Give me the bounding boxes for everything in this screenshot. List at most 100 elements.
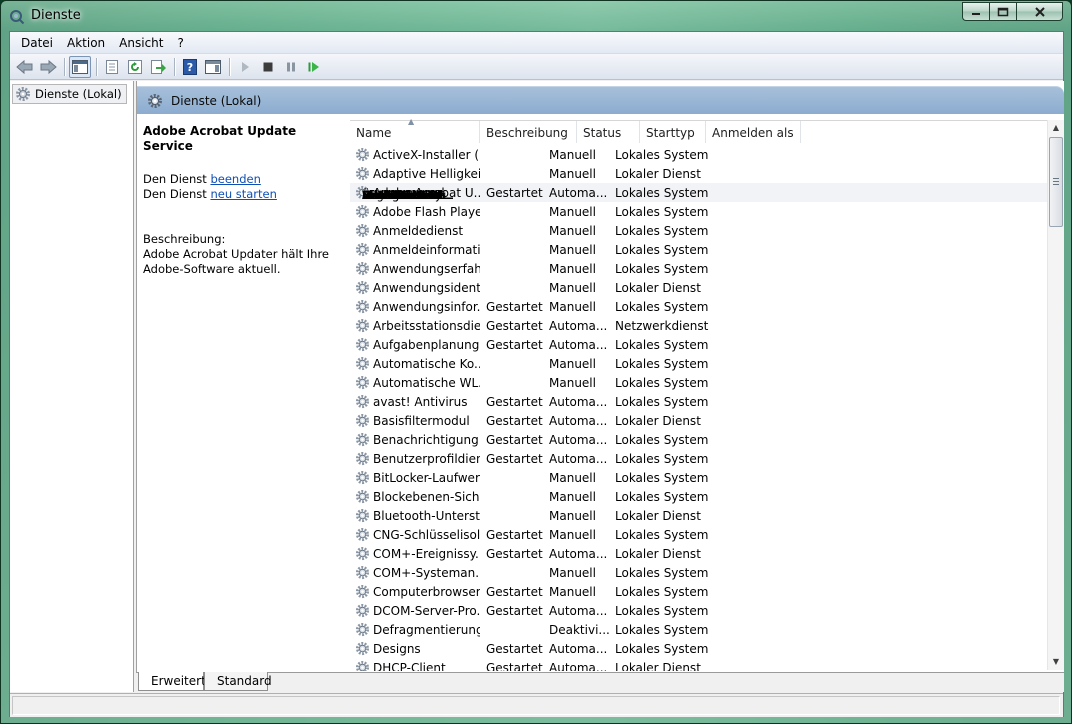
show-hide-action-pane-button[interactable] (202, 56, 224, 78)
service-row[interactable]: Adobe Acrobat U... Adobe Acroba... Gestart… (350, 183, 1050, 202)
service-row[interactable]: Anmeldeinformati...Ermöglicht da...Manue… (350, 188, 1050, 259)
action-prefix: Den Dienst (143, 187, 211, 201)
service-logon-as: Lokaler Dienst (615, 280, 701, 295)
service-row[interactable]: COM+-Ereignissy... Unterstützt de... Gesta… (350, 188, 1050, 563)
service-status: Gestartet (486, 660, 543, 672)
title-bar[interactable]: Dienste (1, 1, 1071, 31)
service-logon-as: Lokaler Dienst (615, 166, 701, 181)
service-row[interactable]: DCOM-Server-Pro... Mit dem DCO... Gestarte… (350, 188, 1050, 620)
menu-help[interactable]: ? (170, 33, 190, 53)
scroll-down-arrow-icon[interactable]: ▼ (1048, 654, 1064, 670)
services-rows: ActiveX-Installer (... Bietet eine Be... M… (350, 145, 1050, 671)
console-tree-icon (72, 59, 88, 74)
toolbar: ? (10, 54, 1063, 80)
scrollbar-thumb[interactable] (1049, 137, 1063, 227)
services-window: Dienste Datei Aktion Ansicht ? ? Dienste… (0, 0, 1072, 724)
service-row[interactable]: Bluetooth-Unterst... Die Erkennun... Manue… (350, 188, 1050, 525)
service-row[interactable]: DHCP-Client Registriert un... Gestartet Aut… (350, 188, 1050, 672)
menu-datei[interactable]: Datei (14, 33, 60, 53)
service-status: Gestartet (486, 546, 543, 561)
tab-erweitert[interactable]: Erweitert (138, 672, 206, 691)
restart-service-link[interactable]: neu starten (210, 187, 276, 201)
service-row[interactable]: Defragmentierung Stellt Funktion... Deakti… (350, 188, 1050, 639)
service-gear-icon (355, 318, 370, 333)
column-header-anmelden-als[interactable]: Anmelden als (706, 121, 801, 143)
refresh-button[interactable] (124, 56, 146, 78)
service-row[interactable]: Automatische WL... Der WLANSVC... Manuell L… (350, 188, 1050, 392)
export-list-button[interactable] (147, 56, 169, 78)
column-header-status[interactable]: Status (577, 121, 640, 143)
column-header-name[interactable]: ▲ Name (350, 117, 480, 143)
service-row[interactable]: avast! Antivirus Verwaltet und ... Gestart… (350, 188, 1050, 411)
service-row[interactable]: BenutzerprofildienstDieser Dienst i...Ge… (350, 188, 1050, 468)
minimize-button[interactable] (962, 2, 989, 21)
service-start-type: Automa... (549, 318, 608, 333)
service-row[interactable]: Anmeldedienst Unterstützt ei... Manuell Lok… (350, 188, 1050, 240)
service-row[interactable]: Benachrichtigung... Überwacht Sy... Gestar… (350, 188, 1050, 449)
service-row[interactable]: CNG-Schlüsselisol... Der CNG-Schl... Gesta… (350, 188, 1050, 544)
tree-item-dienste-lokal[interactable]: Dienste (Lokal) (12, 84, 127, 104)
menu-ansicht[interactable]: Ansicht (112, 33, 170, 53)
service-row[interactable]: Blockebenen-Sich... Der WBENGIN... Manuell… (350, 188, 1050, 506)
maximize-button[interactable] (989, 2, 1016, 21)
vertical-scrollbar[interactable]: ▲ ▼ (1047, 120, 1064, 670)
maximize-icon (997, 7, 1009, 16)
service-name: Aufgabenplanung (373, 337, 480, 352)
service-name: Anmeldeinformati... (373, 242, 480, 257)
service-name-cell: DHCP-Client (350, 660, 480, 671)
service-gear-icon (355, 508, 370, 523)
service-row[interactable]: COM+-Systeman... Verwaltet die ... Manuell… (350, 188, 1050, 582)
show-hide-console-tree-button[interactable] (69, 55, 91, 78)
service-row[interactable]: Adobe Flash Playe...Mit diesem Di...Manu… (350, 188, 1050, 221)
service-logon-as: Lokales System (615, 565, 709, 580)
help-button[interactable]: ? (179, 56, 201, 78)
service-name-cell: Bluetooth-Unterst... (350, 508, 480, 523)
properties-button[interactable] (101, 56, 123, 78)
tab-standard[interactable]: Standard (204, 672, 272, 691)
service-row[interactable]: Computerbrowser Führt eine akt... Gestarte… (350, 188, 1050, 601)
service-logon-as: Lokaler Dienst (615, 508, 701, 523)
help-icon: ? (183, 58, 197, 75)
service-start-type: Manuell (549, 584, 596, 599)
service-name: Defragmentierung (373, 622, 480, 637)
pause-service-button[interactable] (280, 56, 302, 78)
service-row[interactable]: Anwendungsident...Bestimmt und...Manuell… (350, 188, 1050, 297)
console-tree: Dienste (Lokal) (10, 81, 134, 692)
service-row[interactable]: Anwendungsinfor... Erleichtert das... Gest… (350, 188, 1050, 316)
menu-aktion[interactable]: Aktion (60, 33, 112, 53)
column-header-starttyp[interactable]: Starttyp (640, 121, 706, 143)
service-start-type: Manuell (549, 565, 596, 580)
service-name: avast! Antivirus (373, 394, 468, 409)
service-row[interactable]: ActiveX-Installer (... Bietet eine Be... M… (350, 145, 1050, 202)
column-header-beschreibung[interactable]: Beschreibung (480, 121, 577, 143)
back-button[interactable] (14, 56, 36, 78)
scroll-up-arrow-icon[interactable]: ▲ (1048, 120, 1064, 136)
service-row[interactable]: Aufgabenplanung Ermöglicht ei... Gestartet… (350, 188, 1050, 354)
service-row[interactable]: BitLocker-Laufwer... BDESVC hoste... Manue… (350, 188, 1050, 487)
stop-service-button[interactable] (257, 56, 279, 78)
service-status: Gestartet (486, 432, 543, 447)
service-gear-icon (355, 565, 370, 580)
column-label: Name (356, 126, 392, 140)
service-name-cell: avast! Antivirus (350, 394, 480, 409)
service-name: Bluetooth-Unterst... (373, 508, 480, 523)
close-button[interactable] (1016, 2, 1063, 21)
service-row[interactable]: Automatische Ko... Mit dem Dien... Manuell… (350, 188, 1050, 373)
service-gear-icon (355, 546, 370, 561)
refresh-icon (128, 59, 142, 74)
service-row[interactable]: Arbeitsstationsdie...Erstellt und w...Ge… (350, 188, 1050, 335)
service-logon-as: Lokales System (615, 204, 709, 219)
start-service-button[interactable] (234, 56, 256, 78)
forward-button[interactable] (37, 56, 59, 78)
service-row[interactable]: Basisfiltermodul Das Basisfilter... Gestar… (350, 188, 1050, 430)
service-row[interactable]: Anwendungserfah...Verarbeitet An...Manue… (350, 188, 1050, 278)
service-start-type: Automa... (549, 413, 608, 428)
service-name: Computerbrowser (373, 584, 480, 599)
export-list-icon (151, 59, 166, 74)
service-row[interactable]: Adaptive Helligkeit Überwacht U... Manuell… (350, 164, 1050, 202)
service-row[interactable]: Designs Stellt die Desi... Gestartet Automa… (350, 188, 1050, 658)
service-logon-as: Lokales System (615, 185, 709, 200)
stop-service-link[interactable]: beenden (210, 172, 260, 186)
restart-service-button[interactable] (303, 56, 325, 78)
